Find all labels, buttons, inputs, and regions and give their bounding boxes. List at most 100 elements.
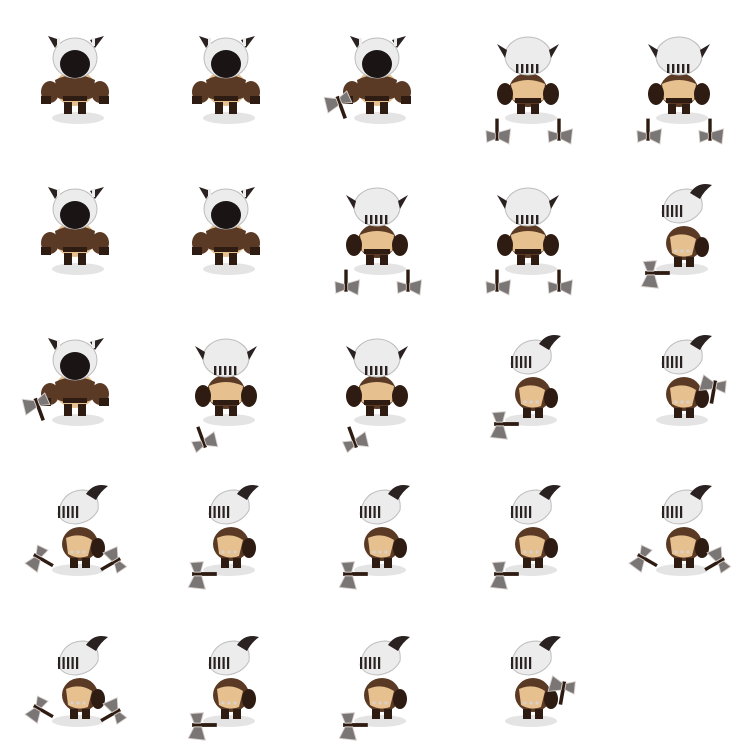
visor bbox=[211, 201, 241, 229]
belt bbox=[63, 96, 87, 101]
visor-slit bbox=[675, 205, 678, 217]
axe-icon bbox=[547, 118, 574, 145]
left-leg bbox=[366, 255, 374, 265]
visor-slit bbox=[515, 657, 518, 669]
chest bbox=[66, 535, 92, 558]
knight-sprite-icon bbox=[489, 335, 561, 440]
left-arm bbox=[497, 234, 513, 256]
visor-slit bbox=[515, 506, 518, 518]
belt bbox=[213, 400, 239, 405]
rivet bbox=[680, 550, 684, 554]
left-leg bbox=[221, 709, 229, 719]
knight-sprite-icon bbox=[187, 485, 259, 590]
visor-slit bbox=[516, 215, 519, 224]
visor-slit bbox=[218, 657, 221, 669]
arm bbox=[544, 388, 558, 408]
visor-slit bbox=[370, 215, 373, 224]
sprite-frame bbox=[604, 302, 755, 452]
right-leg bbox=[229, 253, 237, 265]
visor-slit bbox=[214, 366, 217, 375]
sprite-frame bbox=[302, 151, 453, 301]
arm bbox=[242, 689, 256, 709]
visor-slit bbox=[524, 506, 527, 518]
visor-slit bbox=[234, 366, 237, 375]
right-leg bbox=[380, 102, 388, 114]
belt bbox=[214, 96, 238, 101]
arm bbox=[695, 538, 709, 558]
visor-slit bbox=[222, 657, 225, 669]
right-leg bbox=[82, 709, 90, 719]
chest bbox=[66, 686, 92, 709]
left-leg bbox=[215, 102, 223, 114]
knight-sprite-icon bbox=[485, 36, 574, 145]
sprite-frame bbox=[453, 151, 604, 301]
knight-sprite-icon bbox=[21, 338, 109, 426]
chest bbox=[670, 385, 696, 408]
right-plume bbox=[247, 346, 257, 360]
visor bbox=[60, 201, 90, 229]
sprite-frame bbox=[302, 0, 453, 150]
sprite-frame bbox=[302, 302, 453, 454]
belt bbox=[515, 98, 541, 103]
knight-sprite-icon bbox=[628, 485, 732, 576]
horn-stripe bbox=[394, 38, 397, 46]
visor-slit bbox=[526, 64, 529, 73]
chest bbox=[217, 686, 243, 709]
right-gauntlet bbox=[250, 96, 260, 104]
axe-icon bbox=[698, 118, 725, 145]
visor-slit bbox=[529, 506, 532, 518]
visor-slit bbox=[229, 366, 232, 375]
visor-slit bbox=[531, 215, 534, 224]
visor-slit bbox=[680, 356, 683, 368]
rivet bbox=[227, 550, 231, 554]
rivet bbox=[535, 550, 539, 554]
visor-slit bbox=[365, 215, 368, 224]
axe-icon bbox=[190, 426, 219, 454]
belt bbox=[666, 98, 692, 103]
right-leg bbox=[78, 102, 86, 114]
visor-slit bbox=[666, 205, 669, 217]
visor-slit bbox=[71, 506, 74, 518]
horn-stripe bbox=[208, 38, 211, 46]
visor-slit bbox=[516, 64, 519, 73]
axe-icon bbox=[636, 118, 663, 145]
chest bbox=[368, 686, 394, 709]
horn-stripe bbox=[92, 38, 95, 46]
visor-slit bbox=[218, 506, 221, 518]
arm bbox=[242, 538, 256, 558]
rivet bbox=[674, 400, 678, 404]
right-arm bbox=[694, 83, 710, 105]
rivet bbox=[529, 550, 533, 554]
right-gauntlet bbox=[99, 247, 109, 255]
rivet bbox=[372, 550, 376, 554]
knight-sprite-icon bbox=[485, 187, 574, 296]
sprite-frame bbox=[0, 603, 151, 753]
visor-slit bbox=[666, 506, 669, 518]
visor-slit bbox=[365, 366, 368, 375]
axe-icon bbox=[341, 426, 370, 454]
visor bbox=[362, 50, 392, 78]
rivet bbox=[221, 550, 225, 554]
visor-slit bbox=[385, 215, 388, 224]
horn-stripe bbox=[57, 189, 60, 197]
sprite-frame bbox=[453, 0, 604, 150]
left-plume bbox=[346, 346, 356, 360]
visor-slit bbox=[62, 506, 65, 518]
right-plume bbox=[549, 44, 559, 58]
visor-slit bbox=[62, 657, 65, 669]
visor-slit bbox=[369, 506, 372, 518]
right-leg bbox=[233, 558, 241, 568]
rivet bbox=[535, 701, 539, 705]
visor-slit bbox=[378, 506, 381, 518]
sprite-frame bbox=[302, 452, 453, 602]
rivet bbox=[76, 701, 80, 705]
visor-slit bbox=[529, 657, 532, 669]
right-leg bbox=[535, 408, 543, 418]
visor-slit bbox=[520, 356, 523, 368]
visor-slit bbox=[219, 366, 222, 375]
visor-slit bbox=[213, 657, 216, 669]
arm bbox=[695, 237, 709, 257]
visor-slit bbox=[364, 506, 367, 518]
left-leg bbox=[366, 406, 374, 416]
horn-stripe bbox=[243, 38, 246, 46]
